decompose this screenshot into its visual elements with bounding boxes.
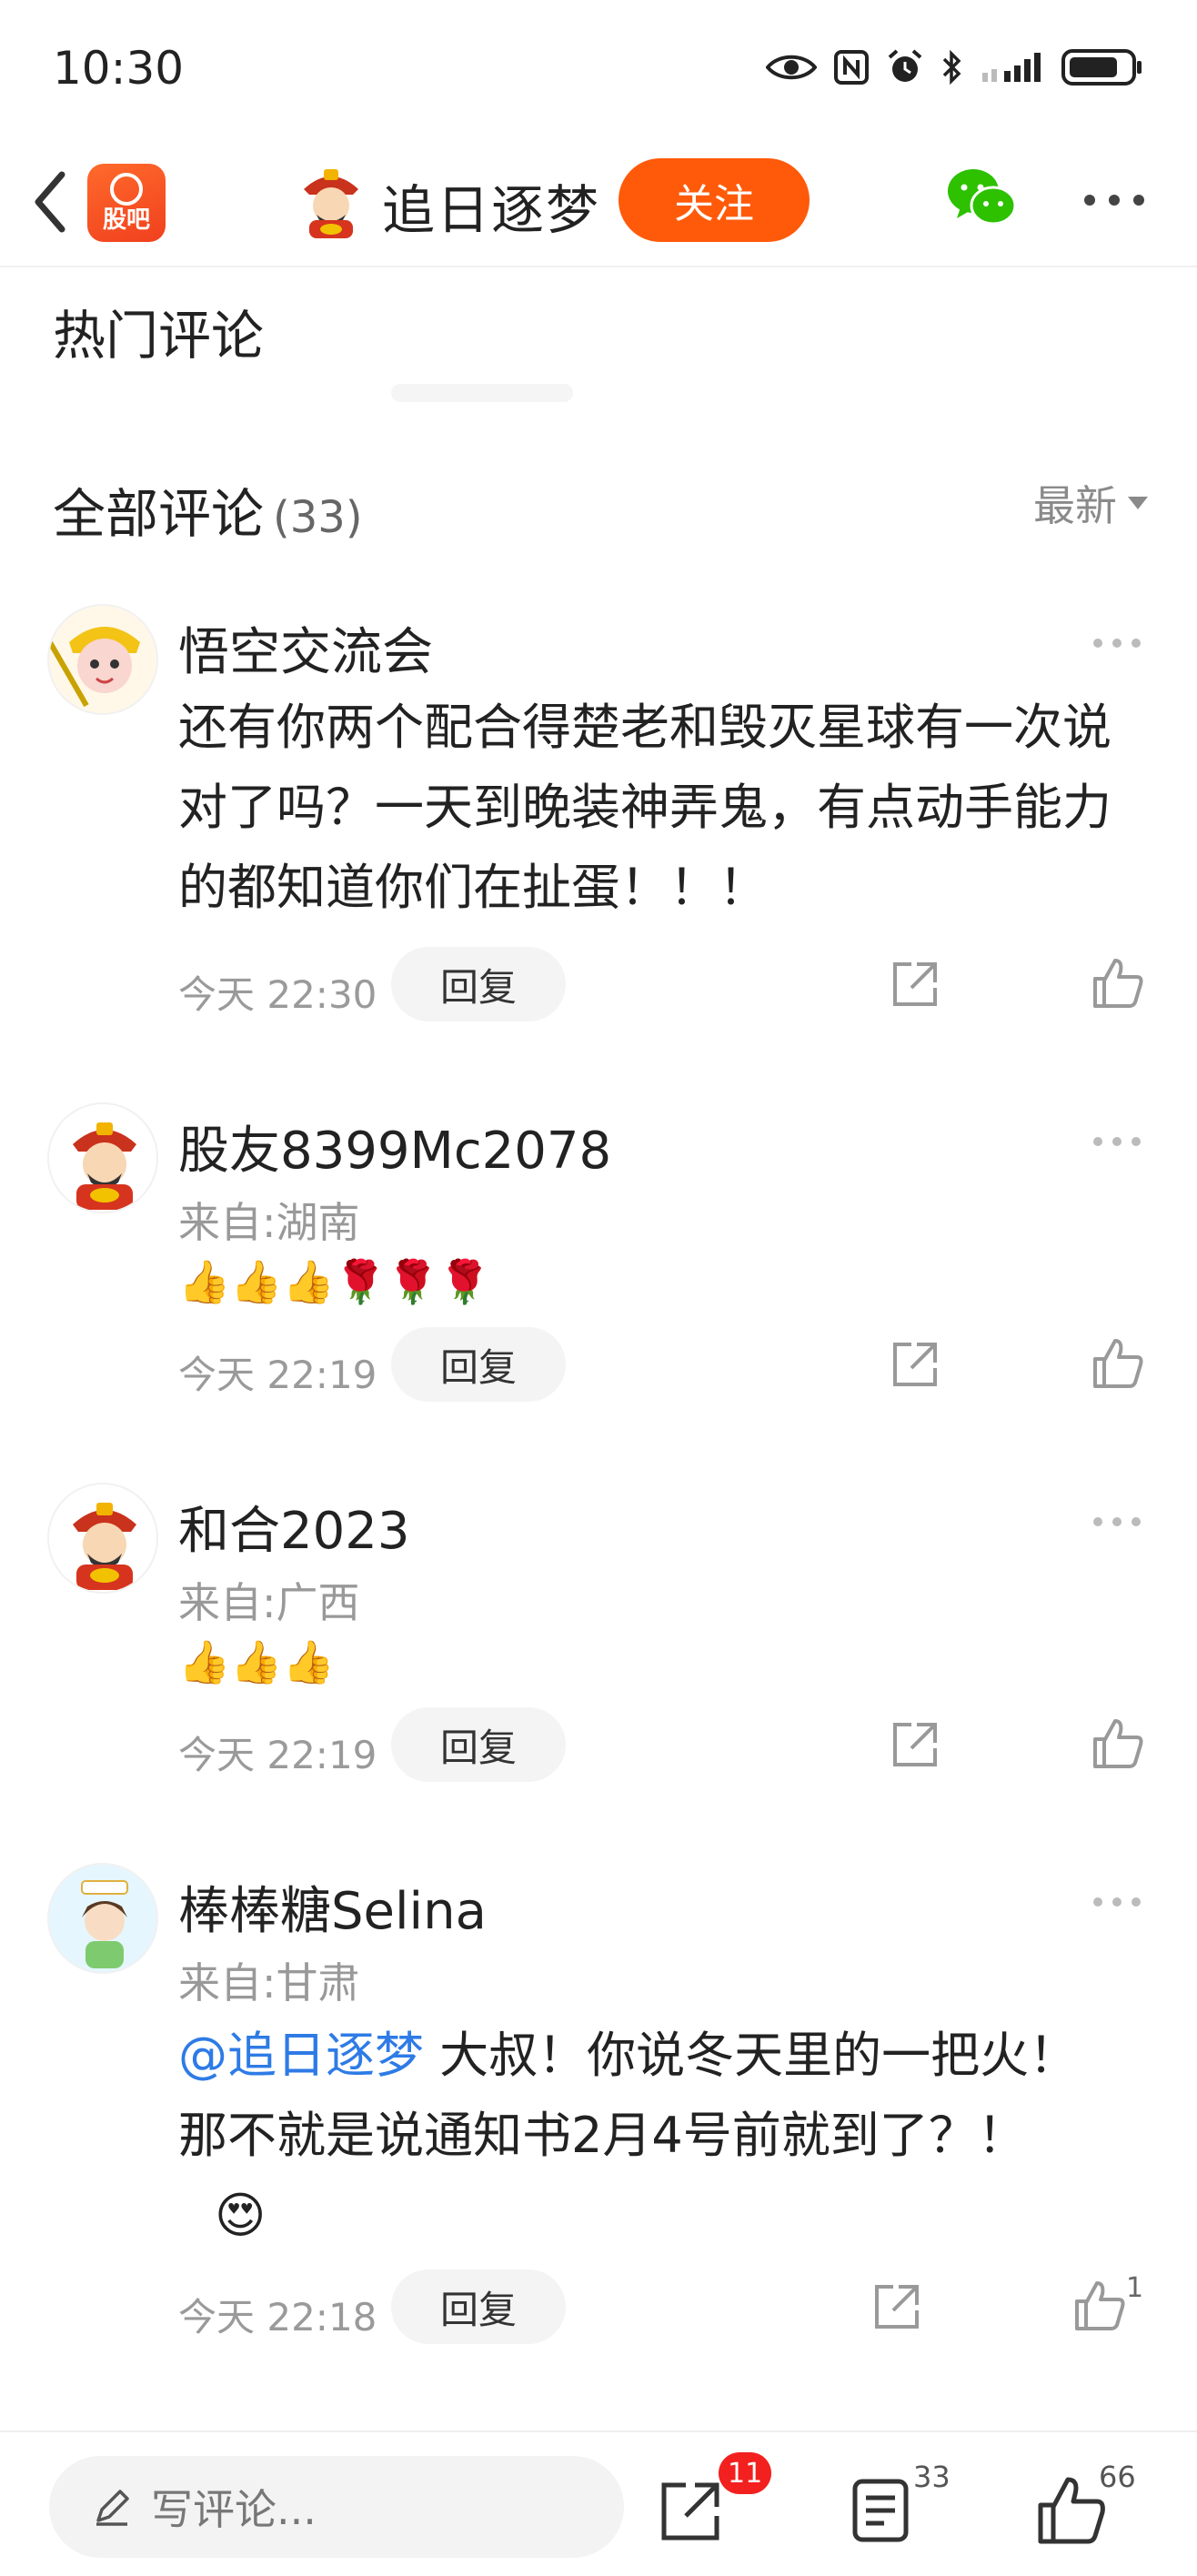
share-icon[interactable] <box>657 2476 726 2545</box>
comment-text: 还有你两个配合得楚老和毁灭星球有一次说对了吗？一天到晚装神弄鬼，有点动手能力的都… <box>178 699 1112 916</box>
like-icon[interactable] <box>1091 957 1144 1010</box>
comment-time: 今天 22:30 <box>178 972 377 1017</box>
section-divider <box>391 384 573 402</box>
nav-bar: 股吧 追日逐梦 关注 <box>0 136 1197 267</box>
guba-app-logo[interactable]: 股吧 <box>87 164 166 242</box>
commenter-name[interactable]: 和合2023 <box>178 1490 410 1564</box>
more-options-icon[interactable] <box>1082 191 1146 209</box>
author-avatar[interactable] <box>297 164 366 240</box>
commenter-avatar[interactable] <box>47 1483 158 1594</box>
comment-item: 棒棒糖Selina 来自:甘肃 @追日逐梦 大叔！你说冬天里的一把火！那不就是说… <box>0 1863 1197 2372</box>
comment-input-placeholder: 写评论... <box>151 2485 317 2534</box>
comment-total-count: 33 <box>913 2460 951 2494</box>
monkey-king-avatar-icon <box>49 606 156 713</box>
wechat-share-icon[interactable] <box>946 164 1019 233</box>
follow-button[interactable]: 关注 <box>619 158 810 242</box>
status-icons <box>766 47 1144 87</box>
comment-time: 今天 22:19 <box>178 1353 377 1397</box>
like-total-count: 66 <box>1099 2460 1136 2494</box>
comment-location: 来自:甘肃 <box>178 1958 360 2007</box>
write-comment-input[interactable]: 写评论... <box>49 2456 624 2558</box>
reply-button[interactable]: 回复 <box>391 1327 566 1402</box>
comment-like-count: 1 <box>1126 2272 1144 2304</box>
nfc-icon <box>834 50 869 85</box>
caret-down-icon <box>1128 497 1148 509</box>
comment-item: 和合2023 来自:广西 👍👍👍 今天 22:19 回复 <box>0 1483 1197 1828</box>
cartoon-girl-avatar-icon <box>49 1865 156 1972</box>
comment-emoji-text: 👍👍👍🌹🌹🌹 <box>178 1257 491 1306</box>
back-icon[interactable] <box>25 164 80 240</box>
hot-comments-title: 热门评论 <box>53 305 265 367</box>
commenter-avatar[interactable] <box>47 1863 158 1974</box>
comment-more-icon[interactable] <box>1091 637 1142 649</box>
pencil-icon <box>96 2490 129 2526</box>
comment-count: (33) <box>273 492 363 543</box>
comment-location: 来自:广西 <box>178 1578 360 1627</box>
comment-time: 今天 22:18 <box>178 2295 377 2340</box>
all-comments-label: 全部评论 <box>53 483 265 545</box>
comments-list-icon[interactable] <box>848 2476 917 2545</box>
status-bar: 10:30 <box>0 0 1197 136</box>
commenter-avatar[interactable] <box>47 604 158 715</box>
share-icon[interactable] <box>871 2281 922 2332</box>
app-logo-text: 股吧 <box>102 206 150 234</box>
commenter-name[interactable]: 股友8399Mc2078 <box>178 1110 611 1183</box>
bottom-action-bar: 写评论... 11 33 66 <box>0 2430 1197 2576</box>
heart-eyes-emoji: 😍 <box>215 2187 267 2244</box>
alarm-icon <box>888 49 922 82</box>
reply-button[interactable]: 回复 <box>391 1707 566 1782</box>
reply-button[interactable]: 回复 <box>391 947 566 1021</box>
comment-location: 来自:湖南 <box>178 1198 360 1247</box>
like-icon[interactable] <box>1037 2476 1106 2545</box>
all-comments-title: 全部评论 (33) <box>53 471 363 548</box>
fortune-god-avatar-icon <box>49 1484 156 1592</box>
fortune-god-avatar-icon <box>49 1104 156 1212</box>
comment-item: 股友8399Mc2078 来自:湖南 👍👍👍🌹🌹🌹 今天 22:19 回复 <box>0 1102 1197 1448</box>
share-count-badge: 11 <box>719 2452 772 2494</box>
send-icon <box>110 173 143 206</box>
status-time: 10:30 <box>53 42 185 95</box>
comment-more-icon[interactable] <box>1091 1135 1142 1148</box>
comment-emoji-text: 👍👍👍 <box>178 1637 335 1686</box>
comment-item: 悟空交流会 还有你两个配合得楚老和毁灭星球有一次说对了吗？一天到晚装神弄鬼，有点… <box>0 604 1197 1059</box>
like-icon[interactable] <box>1091 1337 1144 1390</box>
comment-more-icon[interactable] <box>1091 1515 1142 1528</box>
signal-icon <box>982 53 1041 82</box>
share-icon[interactable] <box>890 959 940 1010</box>
like-icon[interactable] <box>1091 1717 1144 1770</box>
sort-label: 最新 <box>1033 481 1117 530</box>
reply-button[interactable]: 回复 <box>391 2269 566 2344</box>
commenter-name[interactable]: 棒棒糖Selina <box>178 1870 487 1944</box>
commenter-avatar[interactable] <box>47 1102 158 1213</box>
eye-icon <box>766 55 817 80</box>
share-icon[interactable] <box>890 1339 940 1390</box>
comment-time: 今天 22:19 <box>178 1733 377 1777</box>
battery-icon <box>1061 49 1142 86</box>
share-icon[interactable] <box>890 1719 940 1770</box>
bluetooth-icon <box>942 49 961 86</box>
commenter-name[interactable]: 悟空交流会 <box>178 611 433 685</box>
comment-text: @追日逐梦 大叔！你说冬天里的一把火！那不就是说通知书2月4号前就到了？！😍 <box>178 2016 1079 2256</box>
user-mention-link[interactable]: @追日逐梦 <box>178 2027 424 2084</box>
author-name[interactable]: 追日逐梦 <box>382 167 600 244</box>
comment-more-icon[interactable] <box>1091 1896 1142 1908</box>
sort-dropdown[interactable]: 最新 <box>1033 473 1148 533</box>
like-icon[interactable] <box>1073 2279 1126 2332</box>
